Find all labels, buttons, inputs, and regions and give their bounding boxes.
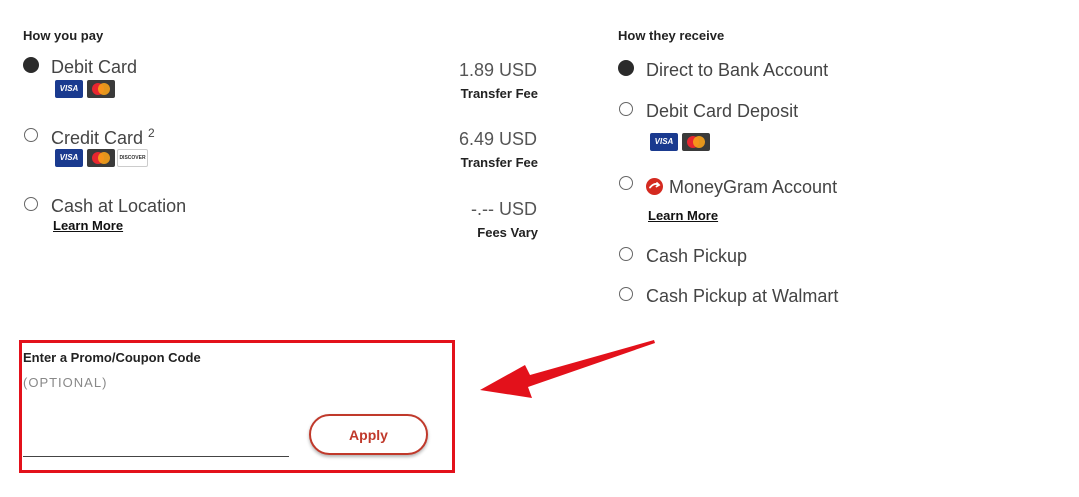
cash-pickup-radio[interactable]: [619, 247, 633, 261]
visa-icon: VISA: [650, 133, 678, 151]
debit-card-radio[interactable]: [23, 57, 39, 73]
pay-heading: How you pay: [23, 28, 104, 43]
annotation-arrow-icon: [480, 340, 655, 398]
debit-deposit-radio[interactable]: [619, 102, 633, 116]
debit-card-fee-label: Transfer Fee: [460, 86, 538, 101]
promo-code-input[interactable]: [23, 436, 289, 457]
credit-card-radio[interactable]: [24, 128, 38, 142]
cash-location-price: -.-- USD: [471, 199, 537, 219]
credit-card-fee-label: Transfer Fee: [460, 155, 538, 170]
cash-location-label[interactable]: Cash at Location: [51, 196, 186, 217]
receive-heading: How they receive: [618, 28, 725, 43]
promo-optional-hint: (OPTIONAL): [23, 375, 108, 390]
moneygram-radio[interactable]: [619, 176, 633, 190]
cash-location-learn-more-link[interactable]: Learn More: [53, 218, 123, 233]
mastercard-icon: [682, 133, 710, 151]
mastercard-icon: [87, 80, 115, 98]
direct-bank-radio[interactable]: [618, 60, 634, 76]
cash-pickup-walmart-radio[interactable]: [619, 287, 633, 301]
moneygram-learn-more-link[interactable]: Learn More: [648, 208, 718, 223]
visa-icon: VISA: [55, 80, 83, 98]
mastercard-icon: [87, 149, 115, 167]
credit-card-label[interactable]: Credit Card 2: [51, 126, 155, 149]
cash-location-fee-label: Fees Vary: [477, 225, 538, 240]
debit-card-price: 1.89 USD: [458, 60, 537, 80]
credit-card-footnote: 2: [148, 126, 155, 140]
cash-pickup-label[interactable]: Cash Pickup: [646, 246, 747, 267]
promo-label: Enter a Promo/Coupon Code: [23, 350, 201, 365]
direct-bank-label[interactable]: Direct to Bank Account: [646, 60, 828, 81]
moneygram-logo-icon: [646, 178, 663, 195]
discover-icon: DISCOVER: [117, 149, 148, 167]
credit-card-price: 6.49 USD: [458, 129, 537, 149]
debit-card-label[interactable]: Debit Card: [51, 57, 137, 78]
cash-pickup-walmart-label[interactable]: Cash Pickup at Walmart: [646, 286, 838, 307]
cash-location-radio[interactable]: [24, 197, 38, 211]
apply-button[interactable]: Apply: [309, 414, 428, 455]
credit-card-label-text: Credit Card: [51, 128, 144, 148]
visa-icon: VISA: [55, 149, 83, 167]
debit-deposit-label[interactable]: Debit Card Deposit: [646, 101, 798, 122]
moneygram-label[interactable]: MoneyGram Account: [669, 177, 837, 198]
